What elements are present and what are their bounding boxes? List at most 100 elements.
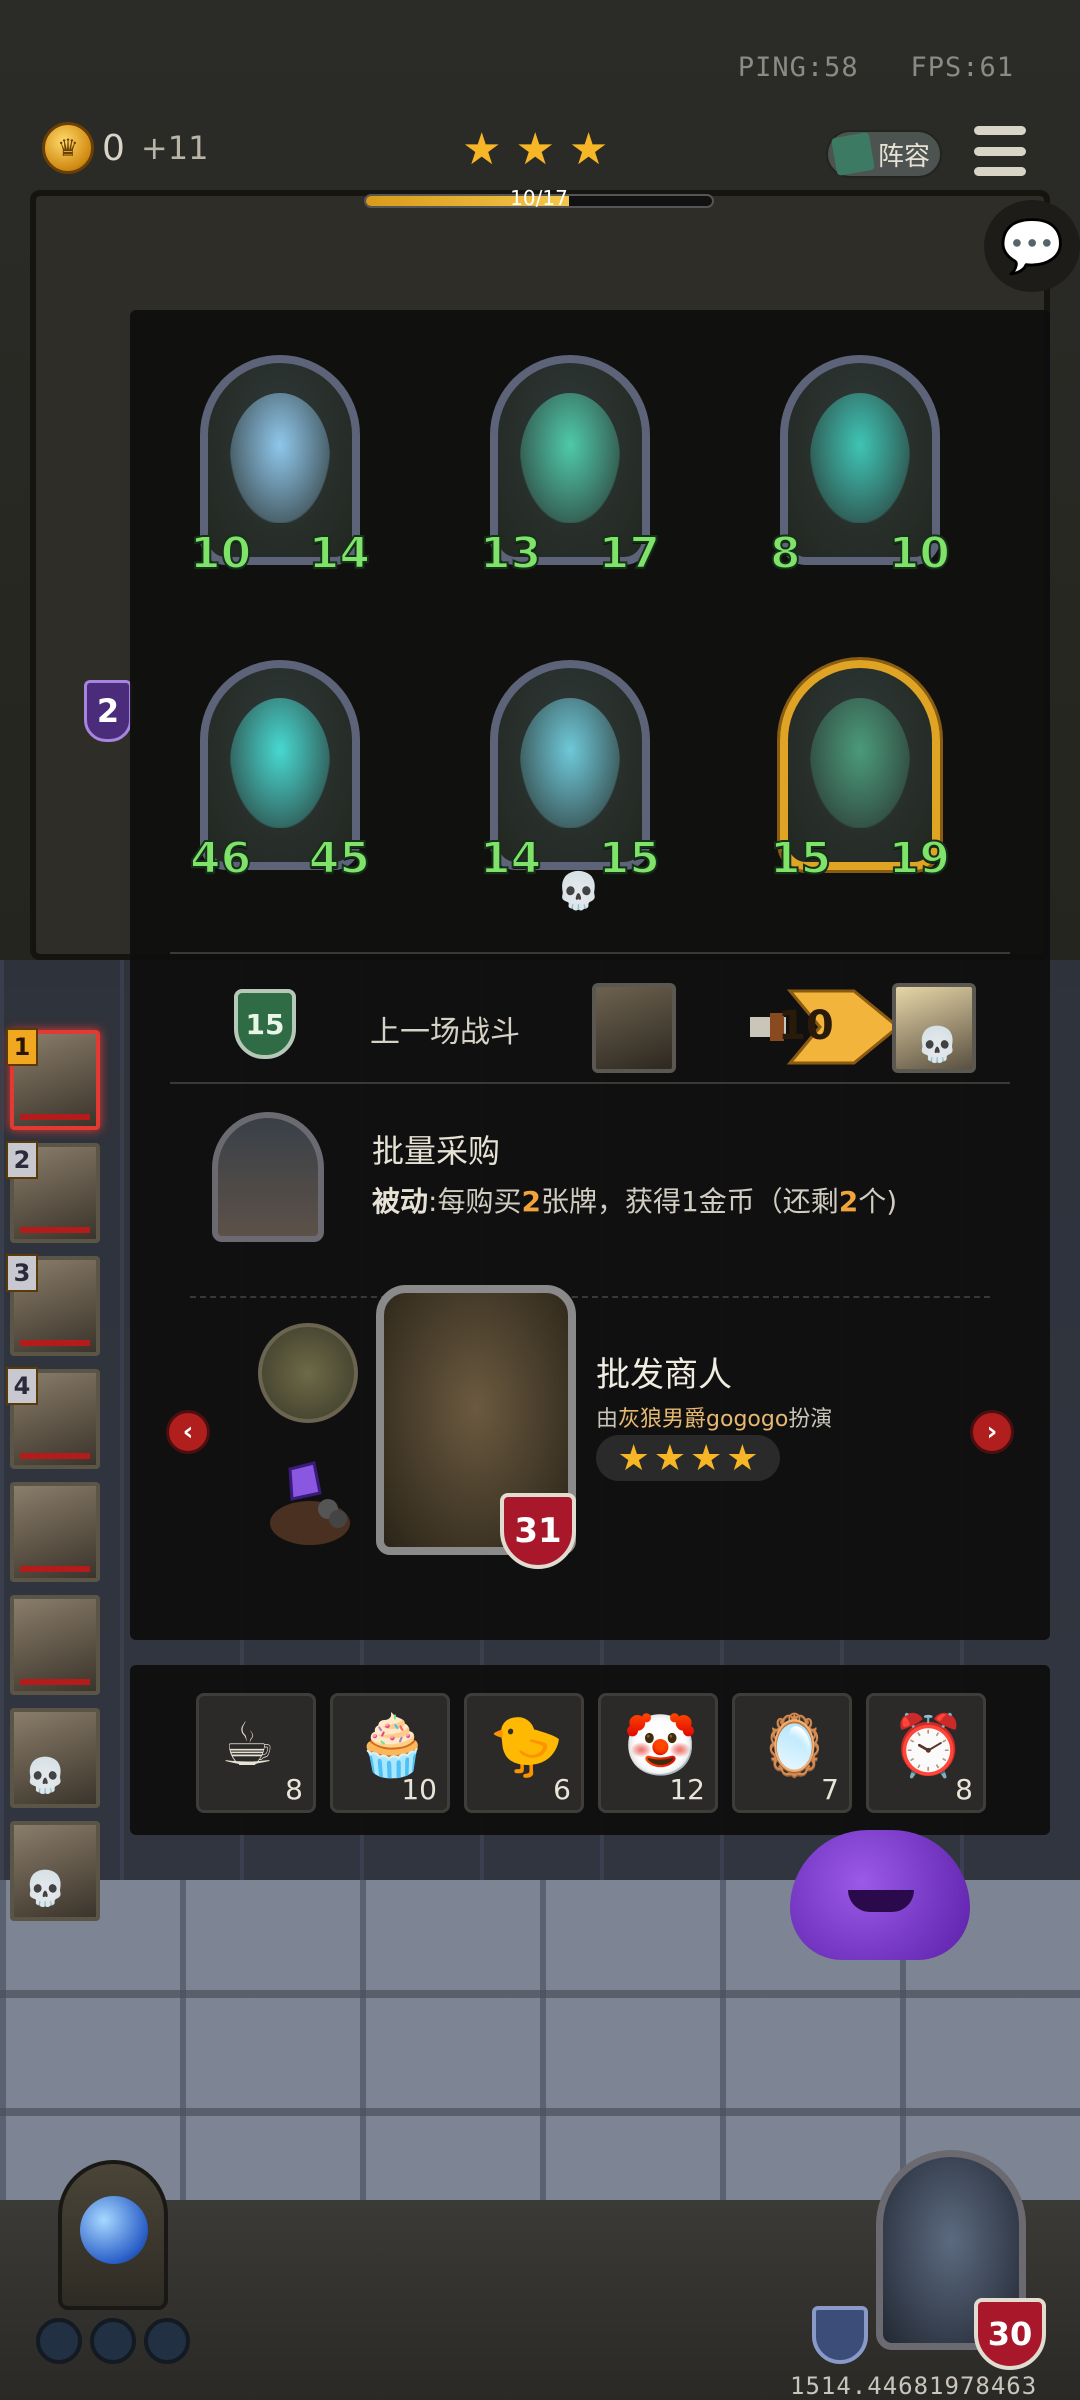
player-rank: 2 (6, 1141, 38, 1179)
trinket-slot[interactable]: 🤡 12 (598, 1693, 718, 1813)
player-portrait[interactable] (10, 1595, 100, 1695)
hero-ability-row: 批量采购 被动:每购买2张牌，获得1金币（还剩2个) (130, 1090, 1050, 1260)
menu-button[interactable] (974, 126, 1026, 176)
next-player-button[interactable]: › (970, 1410, 1014, 1454)
trinket-count: 8 (955, 1773, 973, 1806)
last-battle-row: 15 上一场战斗 10 💀 (130, 955, 1050, 1085)
skull-icon: 💀 (916, 1025, 959, 1065)
player-portrait[interactable]: 💀 (10, 1708, 100, 1808)
lineup-button[interactable]: 阵容 (826, 130, 942, 178)
player-health-bar (20, 1566, 90, 1572)
crown-coin-icon: ♛ (42, 122, 94, 174)
hero-star-rating: ★ ★ ★ ★ (596, 1435, 780, 1481)
trinket-slot[interactable]: ☕ 8 (196, 1693, 316, 1813)
chat-bubble-icon[interactable]: 💬 (984, 200, 1080, 292)
chicken-icon: 🐤 (489, 1711, 564, 1781)
ability-num-2: 2 (838, 1185, 859, 1218)
minion-art (230, 393, 330, 523)
hero-row: ‹ 31 批发商人 由灰狼男爵gogogo扮演 ★ ★ ★ ★ › (130, 1285, 1050, 1585)
minion-card[interactable]: 13 17 (479, 355, 661, 585)
trinket-count: 10 (401, 1773, 437, 1806)
trinket-bar: ☕ 8 🧁 10 🐤 6 🤡 12 🪞 7 ⏰ 8 (130, 1665, 1050, 1835)
mirror-icon: 🪞 (757, 1711, 832, 1781)
last-battle-label: 上一场战斗 (370, 1015, 520, 1050)
alarm-clock-icon: ⏰ (891, 1711, 966, 1781)
skull-icon: 💀 (556, 871, 601, 912)
trinket-slot[interactable]: ⏰ 8 (866, 1693, 986, 1813)
star-icon: ★ (726, 1437, 759, 1479)
orb-slots (36, 2318, 190, 2364)
cupcake-icon: 🧁 (355, 1711, 430, 1781)
minion-card[interactable]: 8 10 (769, 355, 951, 585)
orb-slot (144, 2318, 190, 2364)
minion-art (230, 698, 330, 828)
orb-slot (36, 2318, 82, 2364)
minion-card[interactable]: 14 15 💀 (479, 660, 661, 912)
orb-ball (80, 2196, 148, 2264)
ability-desc-b: 张牌，获得1金币（还剩 (540, 1185, 839, 1218)
star-icon: ★ (568, 124, 609, 175)
minion-attack: 46 (189, 832, 252, 885)
hero-health: 31 (500, 1493, 576, 1569)
skull-icon: 💀 (24, 1756, 67, 1796)
gold-counter: ♛ 0 +11 (42, 122, 208, 174)
minion-attack: 10 (189, 527, 252, 580)
book-icon (830, 131, 876, 177)
gem-bag-icon (270, 1461, 350, 1545)
minion-health: 19 (888, 832, 951, 885)
player-portrait[interactable]: 💀 (10, 1821, 100, 1921)
coordinate-readout: 1514.44681978463 (790, 2372, 1038, 2400)
player-health-bar (20, 1679, 90, 1685)
minion-health: 45 (308, 832, 371, 885)
minion-health: 10 (888, 527, 951, 580)
player-portrait[interactable]: 3 (6, 1254, 100, 1356)
purple-slime-character (790, 1830, 970, 1960)
trinket-slot[interactable]: 🧁 10 (330, 1693, 450, 1813)
star-icon: ★ (617, 1437, 650, 1479)
minion-card[interactable]: 46 45 (189, 660, 371, 890)
skull-icon: 💀 (24, 1869, 67, 1909)
hero-power-icon (258, 1323, 358, 1423)
star-icon: ★ (515, 124, 555, 175)
minion-attack: 15 (769, 832, 832, 885)
minion-art (520, 698, 620, 828)
tavern-tier-stars: ★ ★ ★ (462, 128, 608, 172)
minion-card[interactable]: 15 19 (769, 660, 951, 890)
trinket-count: 6 (553, 1773, 571, 1806)
player-portrait[interactable]: 2 (6, 1141, 100, 1243)
ability-desc-a: :每购买 (428, 1185, 522, 1218)
gold-amount: 0 (102, 127, 125, 169)
teacup-icon: ☕ (221, 1710, 275, 1780)
minion-card[interactable]: 10 14 (189, 355, 371, 585)
trinket-count: 8 (285, 1773, 303, 1806)
player-portrait[interactable]: 1 (6, 1028, 100, 1130)
menu-line (974, 167, 1026, 176)
minion-attack: 13 (479, 527, 542, 580)
player-tier-badge: 2 (84, 680, 132, 742)
crystal-orb-icon[interactable] (58, 2160, 168, 2310)
prev-player-button[interactable]: ‹ (166, 1410, 210, 1454)
clown-icon: 🤡 (623, 1711, 698, 1781)
minion-health: 17 (598, 527, 661, 580)
trinket-slot[interactable]: 🐤 6 (464, 1693, 584, 1813)
divider (170, 1082, 1010, 1084)
player-portrait[interactable]: 4 (6, 1367, 100, 1469)
menu-line (974, 146, 1026, 156)
gold-income: +11 (140, 129, 209, 167)
player-portrait[interactable] (10, 1482, 100, 1582)
trinket-slot[interactable]: 🪞 7 (732, 1693, 852, 1813)
armor-shield-icon (812, 2306, 868, 2364)
player-name: 灰狼男爵gogogo (618, 1407, 789, 1432)
ability-title: 批量采购 (372, 1132, 501, 1170)
ping-text: PING:58 (737, 52, 859, 83)
minion-art (810, 698, 910, 828)
tier-shield-icon: 15 (234, 989, 296, 1059)
player-rank: 4 (6, 1367, 38, 1405)
orb-slot (90, 2318, 136, 2364)
ability-description: 被动:每购买2张牌，获得1金币（还剩2个) (372, 1180, 897, 1220)
minion-attack: 8 (769, 527, 802, 580)
damage-value: 10 (778, 1003, 834, 1049)
hero-sub-prefix: 由 (596, 1407, 619, 1432)
xp-text: 10/17 (510, 186, 568, 210)
hero-player-line: 由灰狼男爵gogogo扮演 (596, 1401, 832, 1433)
